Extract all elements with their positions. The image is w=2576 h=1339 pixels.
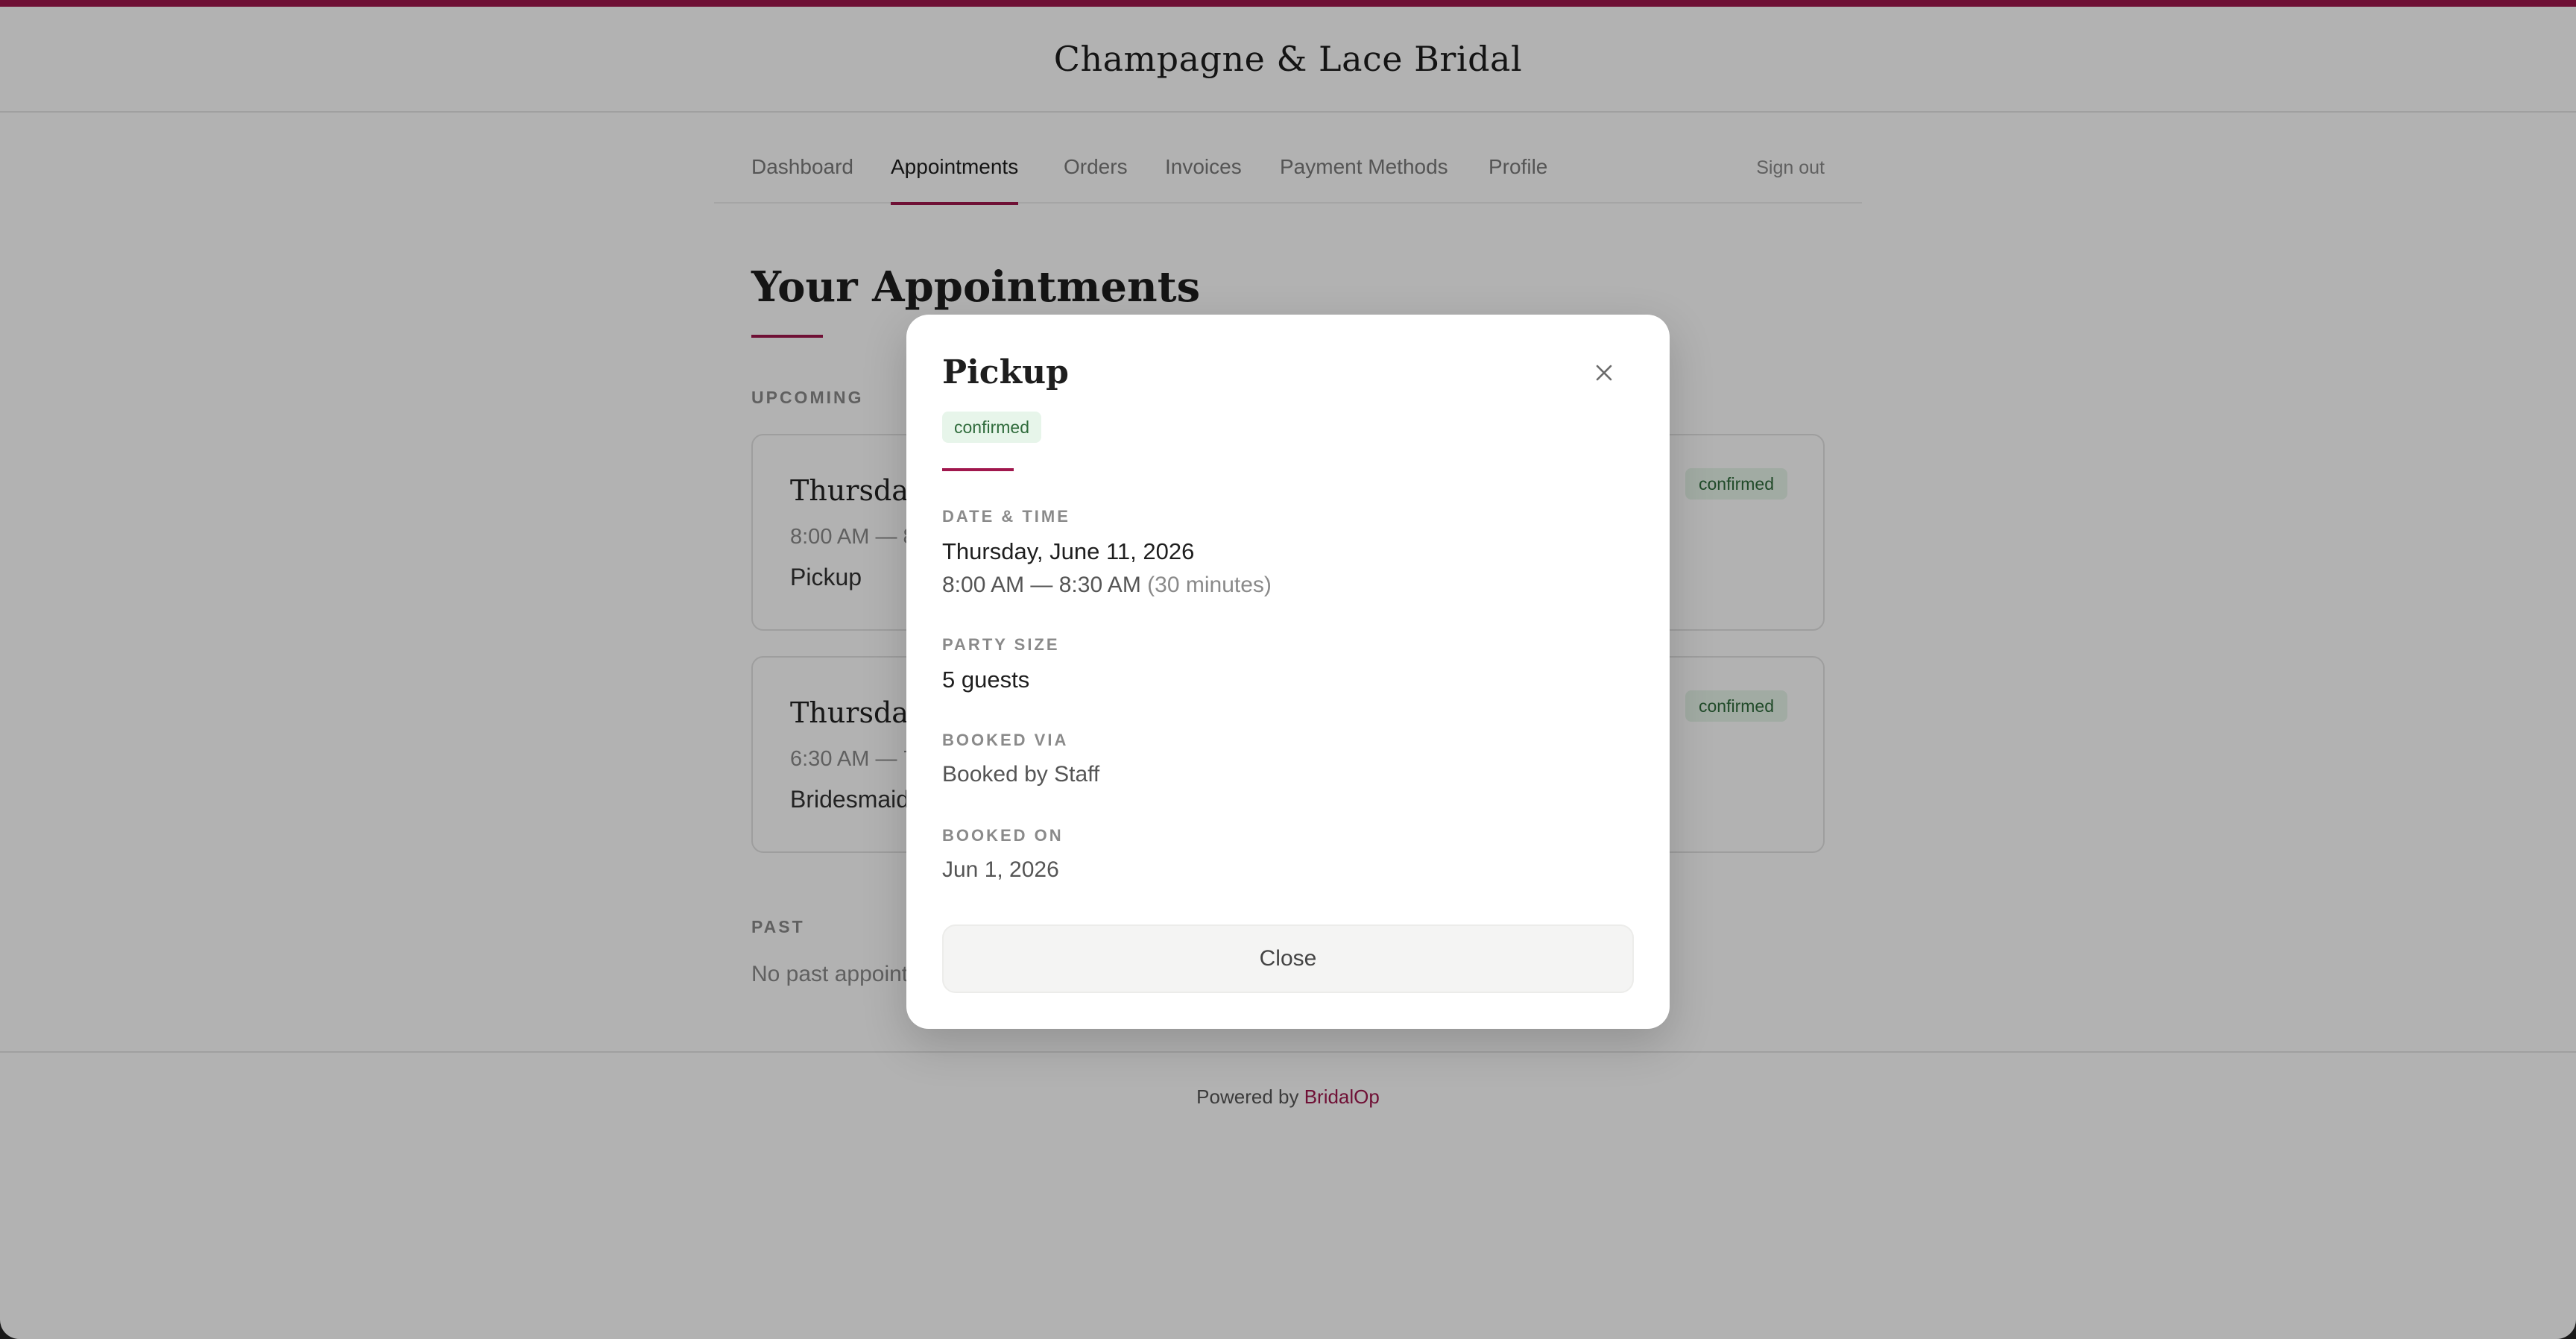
close-icon-glyph [1596,365,1612,381]
appointment-date: Thursday, June 11, 2026 [942,538,1195,564]
time-range: 8:00 AM — 8:30 AM [942,573,1141,597]
party-size-value: 5 guests [942,667,1030,693]
modal-title: Pickup [942,353,1069,391]
appointment-detail-modal: Pickup confirmed DATE & TIME Thursday, J… [906,315,1670,1029]
browser-viewport: Champagne & Lace Bridal Dashboard Appoin… [0,0,2576,1339]
close-button[interactable]: Close [942,924,1634,993]
booked-on-value: Jun 1, 2026 [942,857,1059,882]
appointment-time-range: 8:00 AM — 8:30 AM (30 minutes) [942,573,1272,598]
close-icon[interactable] [1591,359,1617,386]
booked-on-label: BOOKED ON [942,826,1064,845]
booked-via-value: Booked by Staff [942,762,1100,787]
date-time-label: DATE & TIME [942,507,1070,526]
modal-underline [942,468,1014,471]
duration: (30 minutes) [1147,573,1272,597]
party-size-label: PARTY SIZE [942,635,1060,654]
booked-via-label: BOOKED VIA [942,731,1069,749]
status-badge: confirmed [942,412,1041,443]
